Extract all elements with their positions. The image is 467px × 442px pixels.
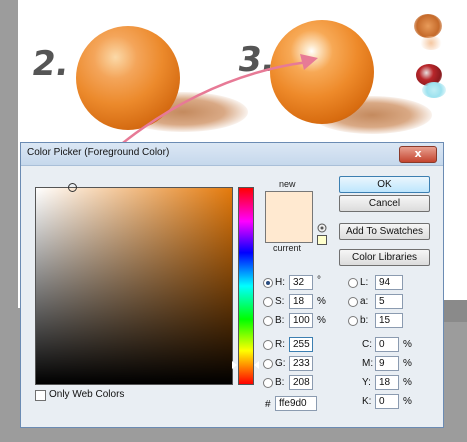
dialog-titlebar[interactable]: Color Picker (Foreground Color) x [21, 143, 443, 166]
saturation-label: S: [275, 296, 285, 307]
red-radio[interactable] [263, 340, 273, 350]
dialog-title: Color Picker (Foreground Color) [27, 147, 170, 158]
cyan-unit: % [403, 339, 412, 350]
add-to-swatches-button[interactable]: Add To Swatches [339, 223, 430, 240]
hue-slider[interactable] [238, 187, 254, 385]
ok-button[interactable]: OK [339, 176, 430, 193]
saturation-radio[interactable] [263, 297, 273, 307]
blue-label: B: [275, 377, 285, 388]
magenta-label: M: [362, 358, 374, 369]
blue-input[interactable]: 208 [289, 375, 313, 390]
hex-input[interactable]: ffe9d0 [275, 396, 317, 411]
green-label: G: [275, 358, 286, 369]
brightness-input[interactable]: 100 [289, 313, 313, 328]
hex-label: # [265, 399, 271, 410]
close-button[interactable]: x [399, 146, 437, 163]
cyan-label: C: [362, 339, 372, 350]
brightness-radio[interactable] [263, 316, 273, 326]
hue-slider-left-arrow-icon[interactable] [232, 361, 237, 369]
yellow-label: Y: [362, 377, 371, 388]
hue-slider-right-arrow-icon[interactable] [254, 361, 259, 369]
lab-b-input[interactable]: 15 [375, 313, 403, 328]
saturation-brightness-field[interactable] [35, 183, 233, 385]
color-picker-dialog: Color Picker (Foreground Color) x new cu… [20, 142, 444, 428]
hue-input[interactable]: 32 [289, 275, 313, 290]
lab-l-input[interactable]: 94 [375, 275, 403, 290]
black-input[interactable]: 0 [375, 394, 399, 409]
cyan-input[interactable]: 0 [375, 337, 399, 352]
hue-label: H: [275, 277, 285, 288]
lab-a-label: a: [360, 296, 369, 307]
lab-l-radio[interactable] [348, 278, 358, 288]
new-label: new [279, 179, 296, 189]
cancel-button[interactable]: Cancel [339, 195, 430, 212]
lab-a-radio[interactable] [348, 297, 358, 307]
field-cursor-icon[interactable] [68, 183, 77, 192]
only-web-colors-label: Only Web Colors [49, 389, 125, 400]
magenta-unit: % [403, 358, 412, 369]
brightness-label: B: [275, 315, 285, 326]
yellow-unit: % [403, 377, 412, 388]
yellow-input[interactable]: 18 [375, 375, 399, 390]
brightness-unit: % [317, 315, 326, 326]
black-label: K: [362, 396, 372, 407]
only-web-colors-checkbox[interactable] [35, 390, 46, 401]
red-label: R: [275, 339, 285, 350]
lab-b-radio[interactable] [348, 316, 358, 326]
saturation-unit: % [317, 296, 326, 307]
new-current-swatch [265, 191, 313, 243]
current-label: current [273, 243, 302, 253]
lab-b-label: b: [360, 315, 369, 326]
green-input[interactable]: 233 [289, 356, 313, 371]
black-unit: % [403, 396, 412, 407]
web-safe-warning-icon[interactable] [317, 223, 327, 233]
saturation-input[interactable]: 18 [289, 294, 313, 309]
hue-radio[interactable] [263, 278, 273, 288]
lab-l-label: L: [360, 277, 369, 288]
web-safe-color-box[interactable] [317, 235, 327, 245]
hue-unit: ° [317, 275, 321, 286]
green-radio[interactable] [263, 359, 273, 369]
red-input[interactable]: 255 [289, 337, 313, 352]
lab-a-input[interactable]: 5 [375, 294, 403, 309]
color-libraries-button[interactable]: Color Libraries [339, 249, 430, 266]
blue-radio[interactable] [263, 378, 273, 388]
magenta-input[interactable]: 9 [375, 356, 399, 371]
